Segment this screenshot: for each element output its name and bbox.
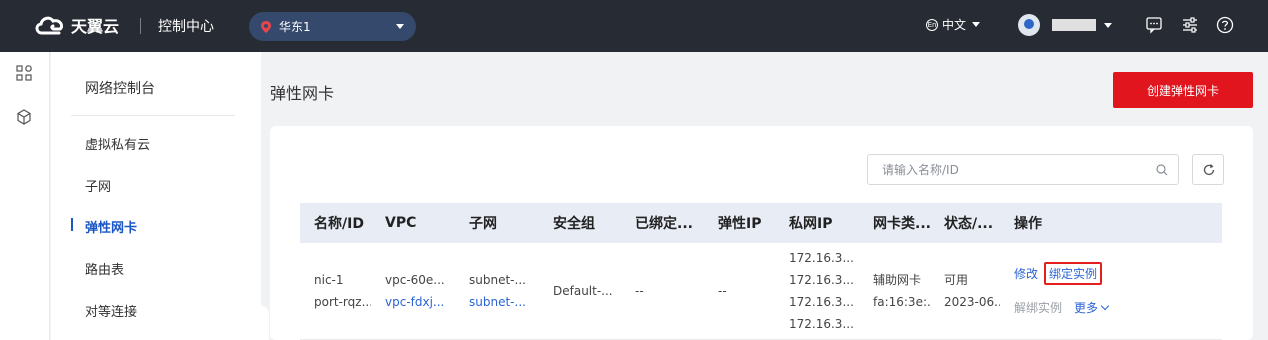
cell-vpc: vpc-60e... vpc-fdxj...	[371, 243, 455, 340]
vpc-id-link[interactable]: vpc-fdxj...	[385, 291, 455, 313]
bind-instance-link[interactable]: 绑定实例	[1044, 262, 1103, 286]
search-icon[interactable]	[1156, 164, 1168, 176]
cell-name-id: nic-1 port-rqz...	[300, 243, 371, 340]
subnet-name: subnet-...	[469, 272, 526, 287]
search-box	[867, 154, 1179, 185]
column-header-vpc[interactable]: VPC	[371, 203, 455, 243]
page-title: 弹性网卡	[270, 84, 335, 103]
table-row: nic-1 port-rqz... vpc-60e... vpc-fdxj...…	[300, 243, 1222, 340]
column-header-nic-type[interactable]: 网卡类...	[859, 203, 930, 243]
chevron-down-icon	[396, 24, 404, 29]
nav-item-peering[interactable]: 对等连接	[85, 301, 137, 320]
create-elastic-nic-button[interactable]: 创建弹性网卡	[1113, 72, 1253, 108]
cell-security-group: Default-...	[539, 243, 621, 340]
cell-private-ip: 172.16.3... 172.16.3... 172.16.3... 172.…	[775, 243, 859, 340]
network-console-nav: 网络控制台 虚拟私有云 子网 弹性网卡 路由表 对等连接	[51, 52, 261, 340]
chevron-down-icon	[1104, 22, 1112, 28]
content-card: 名称/ID VPC 子网 安全组 已绑定... 弹性IP 私网IP 网卡类...…	[270, 126, 1253, 340]
private-ip: 172.16.3...	[789, 272, 854, 287]
column-header-status[interactable]: 状态/...	[930, 203, 1000, 243]
column-header-bound[interactable]: 已绑定...	[621, 203, 704, 243]
mac-address: fa:16:3e:...	[873, 294, 930, 309]
help-icon[interactable]	[1216, 16, 1234, 34]
cell-actions: 修改 绑定实例 解绑实例 更多	[1000, 243, 1222, 340]
username-redacted	[1052, 19, 1096, 31]
user-menu[interactable]	[1018, 14, 1112, 36]
column-header-security-group[interactable]: 安全组	[539, 203, 621, 243]
private-ip: 172.16.3...	[789, 316, 854, 331]
header-divider	[140, 18, 141, 34]
console-home-link[interactable]: 控制中心	[158, 16, 214, 36]
search-input[interactable]	[868, 155, 1138, 184]
modify-link[interactable]: 修改	[1014, 265, 1038, 282]
subnet-id-link[interactable]: subnet-...	[469, 291, 539, 313]
nic-type: 辅助网卡	[873, 272, 922, 287]
column-header-subnet[interactable]: 子网	[455, 203, 539, 243]
cell-nic-type: 辅助网卡 fa:16:3e:...	[859, 243, 930, 340]
top-bar: 天翼云 控制中心 华东1 En 中文	[0, 0, 1268, 52]
nic-name: nic-1	[314, 272, 344, 287]
active-nav-marker	[71, 218, 73, 231]
language-selector[interactable]: En 中文	[926, 16, 981, 33]
message-icon[interactable]	[1145, 16, 1163, 34]
brand-logo[interactable]: 天翼云	[33, 12, 119, 38]
status-text: 可用	[944, 272, 969, 287]
unbind-instance-link: 解绑实例	[1014, 301, 1063, 316]
actions-row-2: 解绑实例 更多	[1014, 295, 1222, 321]
nav-item-elastic-nic[interactable]: 弹性网卡	[85, 217, 137, 236]
language-icon: En	[926, 18, 938, 31]
column-header-eip[interactable]: 弹性IP	[704, 203, 775, 243]
settings-sliders-icon[interactable]	[1181, 16, 1199, 34]
cell-eip: --	[704, 243, 775, 340]
refresh-button[interactable]	[1192, 154, 1224, 185]
cube-icon[interactable]	[15, 108, 33, 126]
column-header-private-ip[interactable]: 私网IP	[775, 203, 859, 243]
left-rail	[0, 52, 50, 340]
elastic-nic-table: 名称/ID VPC 子网 安全组 已绑定... 弹性IP 私网IP 网卡类...…	[300, 203, 1222, 340]
table-header-row: 名称/ID VPC 子网 安全组 已绑定... 弹性IP 私网IP 网卡类...…	[300, 203, 1222, 243]
nav-collapse-handle[interactable]	[261, 306, 269, 340]
region-label: 华东1	[279, 20, 311, 34]
avatar	[1018, 14, 1040, 36]
nav-item-subnet[interactable]: 子网	[85, 176, 111, 195]
region-selector[interactable]: 华东1	[249, 12, 416, 41]
nav-item-vpc[interactable]: 虚拟私有云	[85, 134, 150, 153]
more-actions-dropdown[interactable]: 更多	[1074, 299, 1110, 316]
private-ip: 172.16.3...	[789, 294, 854, 309]
cell-bound: --	[621, 243, 704, 340]
location-pin-icon	[261, 20, 271, 33]
column-header-actions: 操作	[1000, 203, 1222, 243]
nav-divider	[71, 115, 235, 116]
language-label: 中文	[942, 18, 967, 32]
brand-name: 天翼云	[71, 17, 120, 36]
private-ip: 172.16.3...	[789, 250, 854, 265]
more-label: 更多	[1074, 301, 1099, 316]
cell-status: 可用 2023-06...	[930, 243, 1000, 340]
nav-title: 网络控制台	[85, 81, 155, 97]
apps-grid-icon[interactable]	[15, 64, 33, 82]
nav-item-route-table[interactable]: 路由表	[85, 259, 124, 278]
nic-id: port-rqz...	[314, 294, 371, 309]
column-header-name-id[interactable]: 名称/ID	[300, 203, 371, 243]
vpc-name: vpc-60e...	[385, 272, 445, 287]
refresh-icon	[1203, 164, 1215, 176]
chevron-down-icon	[972, 22, 981, 27]
actions-row-1: 修改 绑定实例	[1014, 261, 1222, 287]
cloud-logo-icon	[35, 16, 64, 35]
cell-subnet: subnet-... subnet-...	[455, 243, 539, 340]
created-time: 2023-06...	[944, 294, 1000, 309]
chevron-down-icon	[1100, 302, 1110, 311]
